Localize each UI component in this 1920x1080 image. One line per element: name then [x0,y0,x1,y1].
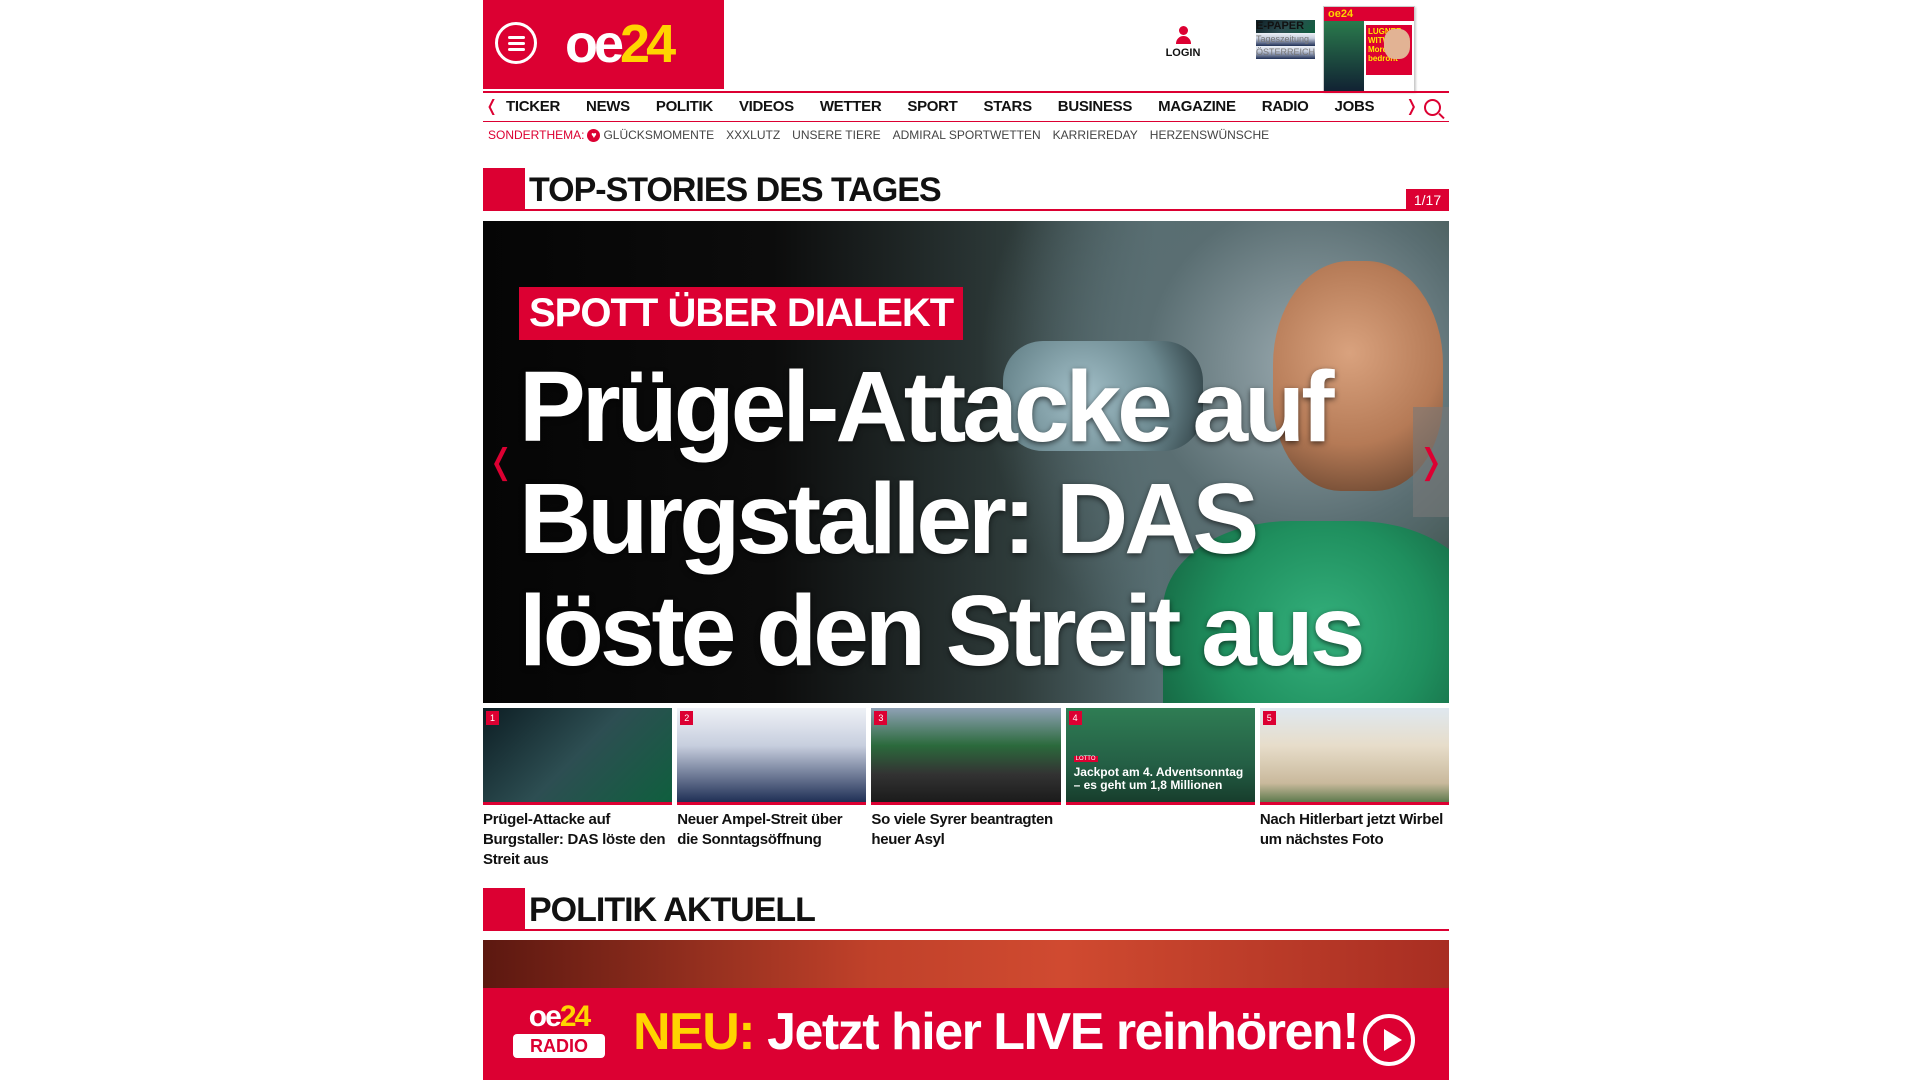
story-image[interactable]: 4 LOTTO Jackpot am 4. Adventsonntag – es g… [1065,708,1255,805]
story-number: 1 [486,711,499,725]
nav-item-politik[interactable]: POLITIK [656,98,713,115]
section-header-politik: POLITIK AKTUELL [483,888,1449,931]
radio-banner[interactable]: oe24 RADIO NEU: Jetzt hier LIVE reinhöre… [483,940,1449,1080]
subnav-item[interactable]: KARRIEREDAY [1053,128,1138,142]
story-number: 5 [1262,711,1276,725]
hero-headline[interactable]: Prügel-Attacke auf Burgstaller: DAS löst… [519,351,1389,687]
slider-prev-icon[interactable]: ❬ [483,407,519,517]
nav-item-stars[interactable]: STARS [984,98,1033,115]
search-icon[interactable] [1424,99,1441,116]
heart-icon: ♥ [587,128,601,142]
main-nav: ❬ TICKER NEWS POLITIK VIDEOS WETTER SPORT STAR… [483,91,1449,122]
story-image[interactable]: 3 [871,708,1061,805]
politik-image[interactable] [483,940,1449,988]
subnav-lead: SONDERTHEMA: [488,128,585,142]
hero-kicker: SPOTT ÜBER DIALEKT [519,287,964,340]
nav-prev-icon[interactable]: ❬ [485,96,498,116]
subnav-item[interactable]: GLÜCKSMOMENTE [603,128,714,142]
subnav-item[interactable]: XXXLUTZ [726,128,780,142]
story-overlay-text: Jackpot am 4. Adventsonntag – es geht um… [1073,765,1244,792]
logo-area[interactable]: oe24 [483,0,724,89]
login-button[interactable]: LOGIN [1163,26,1203,59]
nav-item-sport[interactable]: SPORT [907,98,957,115]
menu-icon[interactable] [495,22,537,64]
epaper-subtitle: Tageszeitung [1256,33,1316,46]
story-number: 4 [1068,711,1082,725]
nav-item-magazine[interactable]: MAGAZINE [1158,98,1236,115]
nav-item-jobs[interactable]: JOBS [1335,98,1375,115]
epaper-subtitle-2: ÖSTERREICH [1256,46,1316,59]
story-image[interactable]: 5 [1259,708,1450,805]
slider-pager: 1/17 [1406,189,1449,211]
site-logo[interactable]: oe24 [565,14,676,74]
slider-next-icon[interactable]: ❭ [1413,407,1449,517]
story-thumbnails: 1 Prügel-Attacke auf Burgstaller: DAS lös… [483,708,1450,870]
epaper-cover[interactable]: oe24 LUGNER-WITWE mit Mord bedroht [1323,6,1415,92]
story-image[interactable]: 2 [677,708,867,805]
subnav-item[interactable]: HERZENSWÜNSCHE [1150,128,1269,142]
story-card[interactable]: 5 Nach Hitlerbart jetzt Wirbel um nächste… [1259,708,1450,870]
epaper-link[interactable]: E-PAPER Tageszeitung ÖSTERREICH [1256,20,1316,59]
sub-nav: SONDERTHEMA: ♥ GLÜCKSMOMENTE XXXLUTZ UNSER… [488,128,1281,142]
section-header-top-stories: TOP-STORIES DES TAGES 1/17 [483,168,1449,211]
login-label: LOGIN [1165,47,1201,59]
nav-item-videos[interactable]: VIDEOS [739,98,794,115]
subnav-item[interactable]: UNSERE TIERE [792,128,880,142]
play-icon[interactable] [1363,1014,1415,1066]
epaper-title: E-PAPER [1256,20,1316,33]
nav-items: TICKER NEWS POLITIK VIDEOS WETTER SPORT STARS B… [506,98,1400,115]
lotto-badge: LOTTO [1073,756,1098,762]
nav-item-business[interactable]: BUSINESS [1058,98,1133,115]
story-caption[interactable]: So viele Syrer beantragten heuer Asyl [871,810,1060,850]
radio-banner-text: NEU: Jetzt hier LIVE reinhören! [633,1003,1359,1061]
hero-slide[interactable]: SPOTT ÜBER DIALEKT Prügel-Attacke auf Bu… [483,221,1449,703]
story-card[interactable]: 4 LOTTO Jackpot am 4. Adventsonntag – es g… [1065,708,1255,870]
nav-next-icon[interactable]: ❭ [1405,96,1418,116]
story-caption[interactable]: Neuer Ampel-Streit über die Sonntagsöffn… [677,810,866,850]
user-icon [1178,26,1188,35]
story-caption[interactable]: Prügel-Attacke auf Burgstaller: DAS löst… [483,810,672,870]
story-number: 3 [874,711,888,725]
page: oe24 LOGIN E-PAPER Tageszeitung ÖSTERREI… [483,0,1450,1080]
section-title: POLITIK AKTUELL [529,891,816,929]
story-number: 2 [680,711,694,725]
cover-masthead: oe24 [1324,7,1414,21]
story-card[interactable]: 3 So viele Syrer beantragten heuer Asyl [871,708,1061,870]
story-card[interactable]: 1 Prügel-Attacke auf Burgstaller: DAS lös… [483,708,673,870]
story-card[interactable]: 2 Neuer Ampel-Streit über die Sonntagsöff… [677,708,867,870]
story-image[interactable]: 1 [483,708,673,805]
nav-item-ticker[interactable]: TICKER [506,98,560,115]
nav-item-radio[interactable]: RADIO [1262,98,1309,115]
nav-item-wetter[interactable]: WETTER [820,98,882,115]
section-title: TOP-STORIES DES TAGES [529,171,942,209]
story-caption[interactable]: Nach Hitlerbart jetzt Wirbel um nächstes… [1260,810,1449,850]
subnav-item[interactable]: ADMIRAL SPORTWETTEN [893,128,1041,142]
nav-item-news[interactable]: NEWS [586,98,630,115]
radio-logo: oe24 RADIO [513,1002,605,1058]
